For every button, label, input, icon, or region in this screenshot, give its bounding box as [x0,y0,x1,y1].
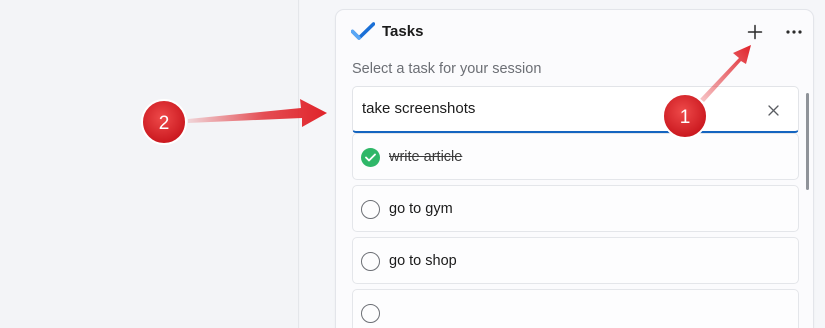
circle-icon[interactable] [361,304,380,323]
plus-icon [747,24,763,40]
task-label: go to gym [389,201,453,217]
task-item-go-to-shop[interactable]: go to shop [352,237,799,284]
task-label: write article [389,149,463,165]
add-task-button[interactable] [741,19,769,45]
task-item-partial[interactable] [352,289,799,328]
app-title: Tasks [382,23,424,40]
circle-icon[interactable] [361,252,380,271]
more-options-button[interactable] [780,19,808,45]
task-item-go-to-gym[interactable]: go to gym [352,185,799,232]
more-horizontal-icon [786,30,802,34]
card-header: Tasks [336,10,813,54]
task-input-value[interactable]: take screenshots [362,100,475,117]
check-circle-icon[interactable] [361,148,380,167]
task-item-write-article[interactable]: write article [352,133,799,180]
task-input[interactable]: take screenshots [352,86,799,133]
close-icon [767,104,779,116]
checkmark-icon [351,22,375,40]
task-label: go to shop [389,253,457,269]
circle-icon[interactable] [361,200,380,219]
left-pane [0,0,299,328]
clear-input-button[interactable] [762,99,784,121]
scrollbar[interactable] [806,93,809,190]
task-prompt: Select a task for your session [352,61,542,77]
